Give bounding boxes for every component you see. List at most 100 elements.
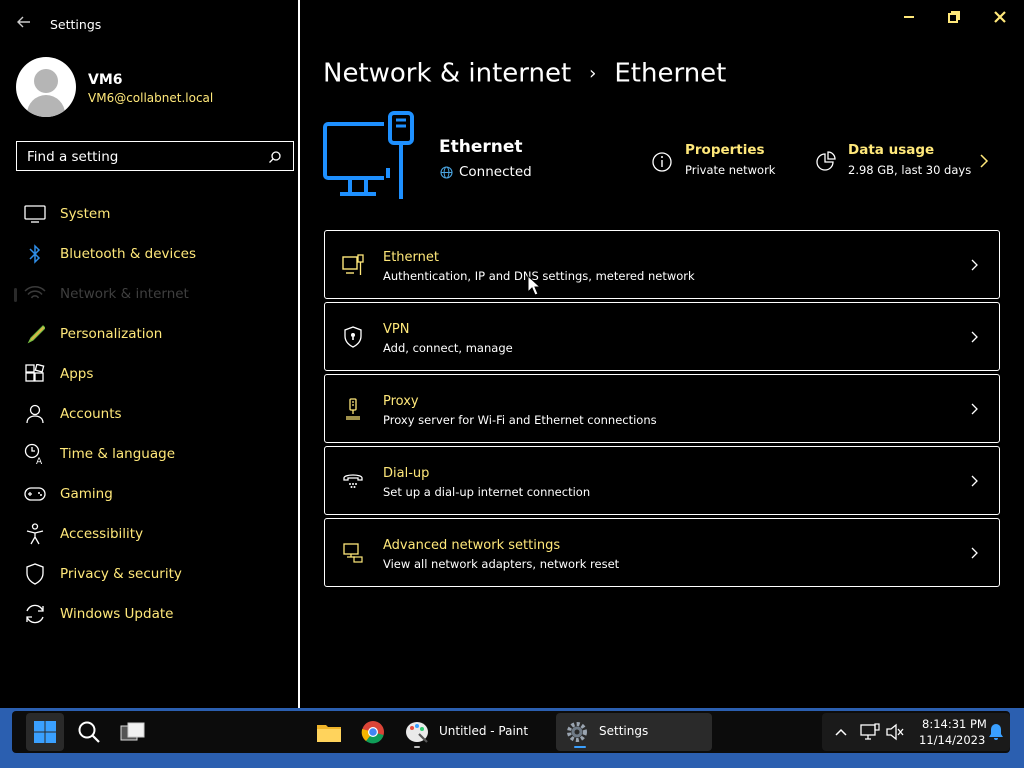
back-button[interactable] — [16, 14, 34, 34]
clock-date[interactable]: 11/14/2023 — [919, 733, 985, 747]
vpn-shield-icon — [344, 326, 362, 348]
sidebar-item-personalization[interactable]: Personalization — [18, 316, 288, 352]
app-title: Settings — [50, 17, 102, 32]
sidebar-item-label: Time & language — [60, 446, 176, 462]
minimize-button[interactable] — [889, 6, 929, 28]
minimize-icon — [904, 16, 914, 18]
sidebar-item-label: System — [60, 206, 111, 222]
card-subtitle: Proxy server for Wi-Fi and Ethernet conn… — [383, 413, 657, 427]
card-title: Advanced network settings — [383, 538, 561, 553]
sidebar-item-label: Privacy & security — [60, 566, 182, 582]
info-icon — [652, 152, 672, 172]
connection-status-text: Connected — [459, 164, 532, 180]
back-arrow-icon — [17, 16, 30, 28]
folder-icon — [317, 725, 341, 742]
sidebar-item-windows-update[interactable]: Windows Update — [18, 596, 288, 632]
sidebar-item-label: Apps — [60, 366, 94, 382]
paint-running-indicator — [414, 746, 420, 748]
proxy-card[interactable]: Proxy Proxy server for Wi-Fi and Etherne… — [324, 374, 1000, 443]
ethernet-settings-card[interactable]: Ethernet Authentication, IP and DNS sett… — [324, 230, 1000, 299]
search-input[interactable]: Find a setting — [16, 141, 294, 171]
ethernet-monitor-icon — [323, 111, 414, 199]
paint-button[interactable] — [399, 714, 435, 750]
avatar[interactable] — [16, 57, 76, 117]
card-title: Dial-up — [383, 466, 430, 481]
network-adapter-icon — [343, 543, 363, 563]
volume-tray-button[interactable] — [877, 714, 913, 750]
search-button[interactable] — [71, 714, 107, 750]
chevron-right-icon — [971, 547, 978, 559]
sidebar-item-label: Accounts — [60, 406, 122, 422]
chevron-up-icon — [835, 728, 847, 736]
sidebar-item-label: Network & internet — [60, 286, 189, 302]
chevron-right-icon — [971, 403, 978, 415]
data-usage-link[interactable]: Data usage 2.98 GB, last 30 days — [815, 142, 971, 177]
accessibility-icon — [22, 523, 48, 545]
notifications-button[interactable] — [978, 714, 1014, 750]
search-placeholder: Find a setting — [27, 149, 119, 165]
search-icon — [269, 151, 281, 163]
user-name: VM6 — [88, 72, 123, 88]
sidebar-item-network[interactable]: Network & internet — [18, 276, 288, 312]
bluetooth-icon — [22, 243, 48, 265]
file-explorer-button[interactable] — [311, 714, 347, 750]
sidebar-item-bluetooth[interactable]: Bluetooth & devices — [18, 236, 288, 272]
sidebar-item-label: Personalization — [60, 326, 163, 342]
chevron-right-icon — [971, 475, 978, 487]
sidebar-item-accounts[interactable]: Accounts — [18, 396, 288, 432]
sidebar-item-apps[interactable]: Apps — [18, 356, 288, 392]
clock-language-icon: A — [22, 443, 48, 465]
start-button[interactable] — [27, 714, 63, 750]
globe-icon — [440, 165, 453, 179]
card-subtitle: Add, connect, manage — [383, 341, 513, 355]
connection-title: Ethernet — [439, 137, 523, 157]
settings-taskbar-button[interactable] — [559, 714, 595, 750]
sidebar-item-time-language[interactable]: A Time & language — [18, 436, 288, 472]
restore-button[interactable] — [934, 6, 974, 28]
card-subtitle: Set up a dial-up internet connection — [383, 485, 591, 499]
close-button[interactable] — [980, 6, 1020, 28]
data-usage-subtitle: 2.98 GB, last 30 days — [848, 163, 972, 177]
advanced-network-settings-card[interactable]: Advanced network settings View all netwo… — [324, 518, 1000, 587]
update-icon — [22, 603, 48, 625]
chrome-icon — [361, 721, 384, 744]
mouse-cursor-icon — [527, 275, 541, 296]
card-title: Ethernet — [383, 250, 439, 265]
gamepad-icon — [22, 483, 48, 505]
sidebar-item-system[interactable]: System — [18, 196, 288, 232]
chrome-button[interactable] — [355, 714, 391, 750]
sidebar-item-label: Windows Update — [60, 606, 174, 622]
monitor-icon — [22, 203, 48, 225]
dial-up-card[interactable]: Dial-up Set up a dial-up internet connec… — [324, 446, 1000, 515]
sidebar-item-gaming[interactable]: Gaming — [18, 476, 288, 512]
card-subtitle: View all network adapters, network reset — [383, 557, 620, 571]
task-view-button[interactable] — [115, 714, 151, 750]
card-title: VPN — [383, 322, 410, 337]
sidebar-item-accessibility[interactable]: Accessibility — [18, 516, 288, 552]
settings-active-indicator — [574, 746, 586, 748]
wifi-icon — [22, 283, 48, 305]
sidebar-item-privacy-security[interactable]: Privacy & security — [18, 556, 288, 592]
task-view-icon — [120, 722, 145, 741]
chevron-right-icon — [971, 259, 978, 271]
taskbar-app-label-paint[interactable]: Untitled - Paint — [439, 724, 528, 738]
vpn-card[interactable]: VPN Add, connect, manage — [324, 302, 1000, 371]
properties-link[interactable]: Properties Private network — [651, 142, 775, 177]
card-title: Proxy — [383, 394, 419, 409]
breadcrumb: Network & internet › Ethernet — [323, 58, 726, 89]
sidebar-item-label: Bluetooth & devices — [60, 246, 197, 262]
taskbar-app-label-settings[interactable]: Settings — [599, 724, 648, 738]
chevron-right-icon[interactable] — [978, 152, 990, 170]
windows-logo-icon — [34, 721, 56, 743]
user-email: VM6@collabnet.local — [88, 91, 214, 105]
avatar-head — [34, 69, 58, 93]
breadcrumb-parent[interactable]: Network & internet — [323, 59, 571, 89]
restore-icon — [948, 11, 960, 23]
avatar-body — [27, 95, 65, 117]
search-icon — [78, 721, 100, 743]
settings-gear-icon — [567, 722, 587, 742]
bell-icon — [989, 724, 1003, 740]
volume-muted-icon — [886, 723, 904, 741]
properties-title: Properties — [685, 142, 765, 158]
pie-chart-icon — [816, 151, 836, 171]
